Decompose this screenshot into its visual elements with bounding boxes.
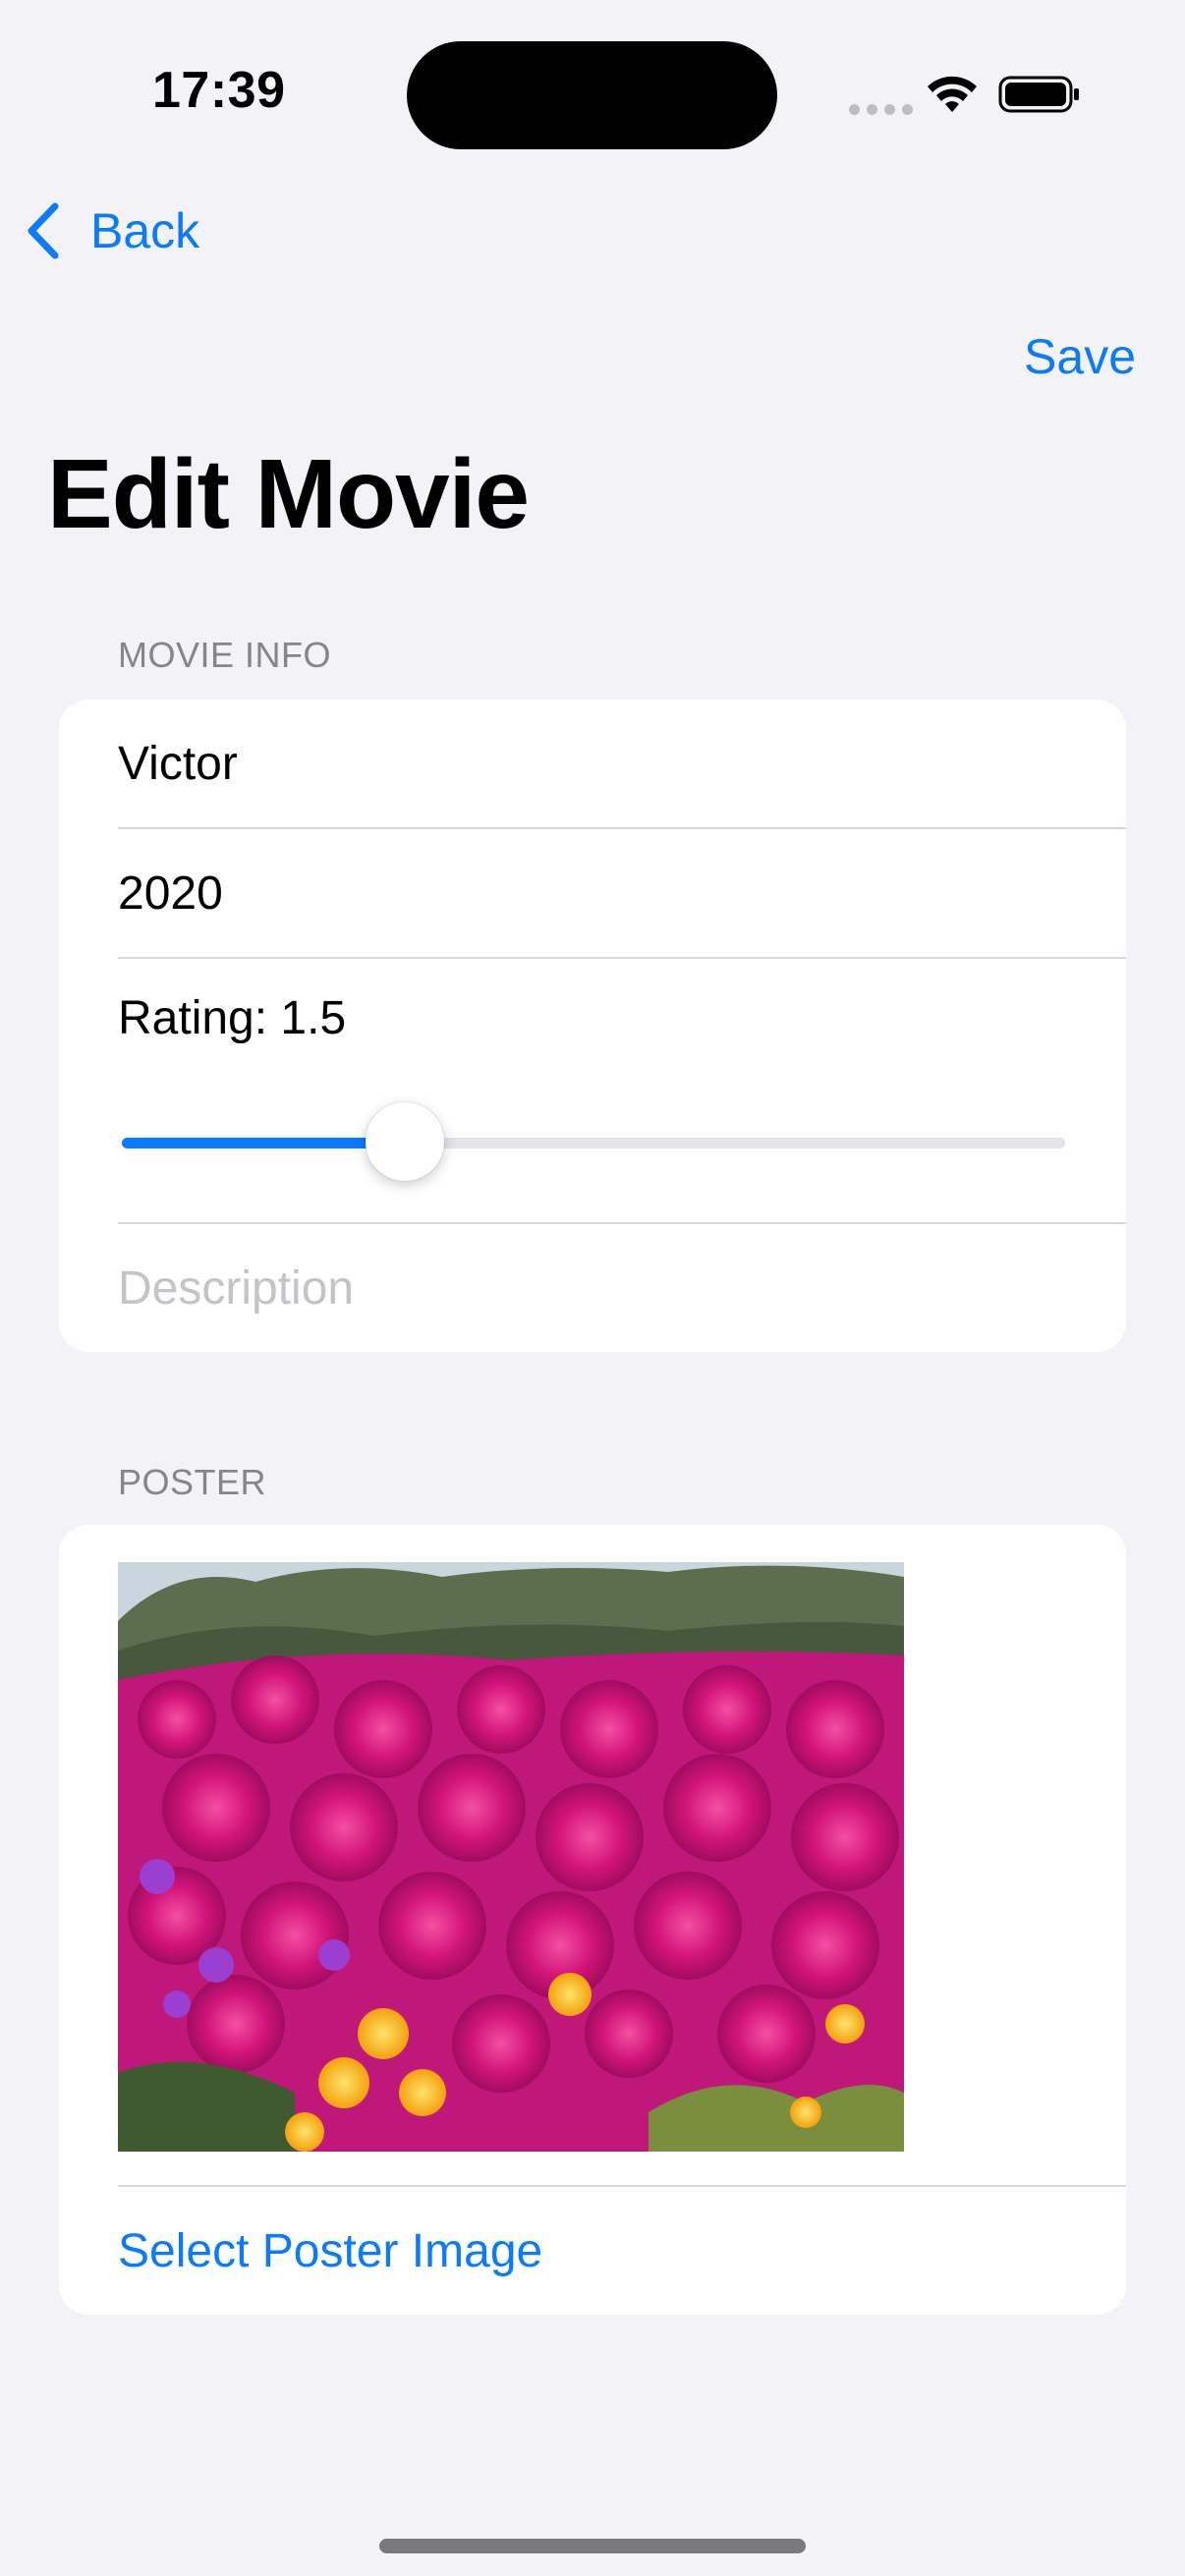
poster-photo — [118, 1562, 904, 2152]
poster-header: POSTER — [118, 1462, 267, 1502]
poster-image — [118, 1562, 904, 2152]
select-poster-row[interactable]: Select Poster Image — [118, 2187, 1126, 2315]
poster-card: Select Poster Image — [59, 1525, 1126, 2315]
save-button[interactable]: Save — [1024, 328, 1136, 385]
wifi-icon — [928, 76, 977, 112]
back-button[interactable]: Back — [24, 196, 199, 265]
movie-info-header: MOVIE INFO — [118, 635, 332, 675]
rating-slider-thumb[interactable] — [366, 1102, 444, 1181]
rating-label-row: Rating: 1.5 — [118, 959, 1126, 1077]
title-value: Victor — [118, 737, 238, 790]
rating-slider-fill — [122, 1138, 405, 1148]
description-field[interactable]: Description — [118, 1224, 1126, 1352]
select-poster-button[interactable]: Select Poster Image — [118, 2224, 542, 2278]
rating-label: Rating: 1.5 — [118, 991, 347, 1044]
home-indicator — [379, 2539, 806, 2553]
dynamic-island — [407, 41, 777, 149]
movie-info-card: Victor 2020 Rating: 1.5 Description — [59, 700, 1126, 1352]
edit-movie-screen: 17:39 Back Save Edit Movie MOVIE INFO Vi… — [0, 0, 1185, 2576]
battery-icon — [998, 76, 1079, 113]
cellular-signal-icon — [849, 104, 913, 115]
description-placeholder: Description — [118, 1261, 355, 1315]
year-value: 2020 — [118, 867, 223, 920]
back-label: Back — [90, 203, 200, 258]
rating-slider[interactable] — [122, 1138, 1065, 1148]
status-time: 17:39 — [152, 62, 286, 119]
page-title: Edit Movie — [47, 439, 530, 549]
year-field[interactable]: 2020 — [118, 829, 1126, 957]
title-field[interactable]: Victor — [118, 700, 1126, 827]
chevron-left-icon — [28, 202, 59, 259]
